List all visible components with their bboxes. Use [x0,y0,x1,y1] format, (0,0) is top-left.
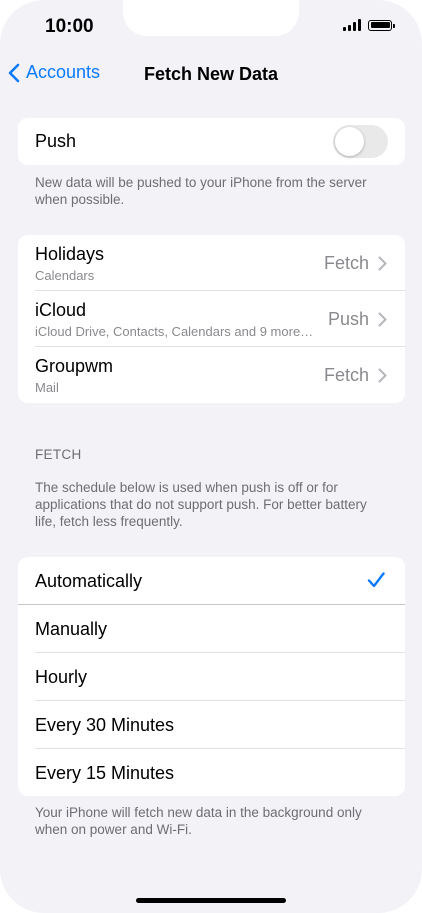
chevron-right-icon [378,368,387,383]
option-automatically[interactable]: Automatically [18,557,405,605]
push-label: Push [35,131,77,151]
account-title: iCloud [35,300,87,320]
account-row-icloud[interactable]: iCloud iCloud Drive, Contacts, Calendars… [18,291,405,347]
option-hourly[interactable]: Hourly [18,653,405,701]
accounts-card: Holidays Calendars Fetch iCloud iCloud D… [18,235,405,403]
status-time: 10:00 [45,16,94,37]
notch [123,0,299,36]
toggle-knob [335,127,364,156]
push-footnote: New data will be pushed to your iPhone f… [35,175,367,207]
page-title: Fetch New Data [143,64,279,84]
option-every-30-minutes[interactable]: Every 30 Minutes [18,701,405,749]
account-title: Holidays [35,244,105,264]
account-title: Groupwm [35,356,114,376]
chevron-right-icon [378,256,387,271]
account-fetch-value: Push [327,309,369,329]
account-subtitle: Mail [35,380,59,395]
account-subtitle: Calendars [35,268,95,283]
status-icons [343,19,395,31]
fetch-description: The schedule below is used when push is … [35,480,367,529]
phone-screen: 10:00 Accounts Fetch New Data Push New d… [0,0,422,913]
option-label: Manually [35,619,108,639]
checkmark-icon [367,572,385,588]
fetch-footnote: Your iPhone will fetch new data in the b… [35,805,362,837]
push-card: Push [18,118,405,165]
fetch-section-header: FETCH [35,447,82,462]
push-row: Push [18,118,405,165]
option-label: Every 30 Minutes [35,715,175,735]
option-label: Every 15 Minutes [35,763,175,783]
account-fetch-value: Fetch [323,365,369,385]
push-toggle[interactable] [333,125,388,158]
account-row-groupwm[interactable]: Groupwm Mail Fetch [18,347,405,403]
signal-icon [343,19,361,31]
chevron-right-icon [378,312,387,327]
fetch-options-card: Automatically Manually Hourly Every 30 M… [18,557,405,796]
option-label: Hourly [35,667,88,687]
account-row-holidays[interactable]: Holidays Calendars Fetch [18,235,405,291]
option-manually[interactable]: Manually [18,605,405,653]
option-label: Automatically [35,571,143,591]
account-fetch-value: Fetch [323,253,369,273]
home-indicator[interactable] [136,898,286,903]
navigation-bar: Accounts Fetch New Data [0,56,422,94]
account-subtitle: iCloud Drive, Contacts, Calendars and 9 … [35,324,314,339]
battery-icon [368,19,395,31]
option-every-15-minutes[interactable]: Every 15 Minutes [18,749,405,797]
